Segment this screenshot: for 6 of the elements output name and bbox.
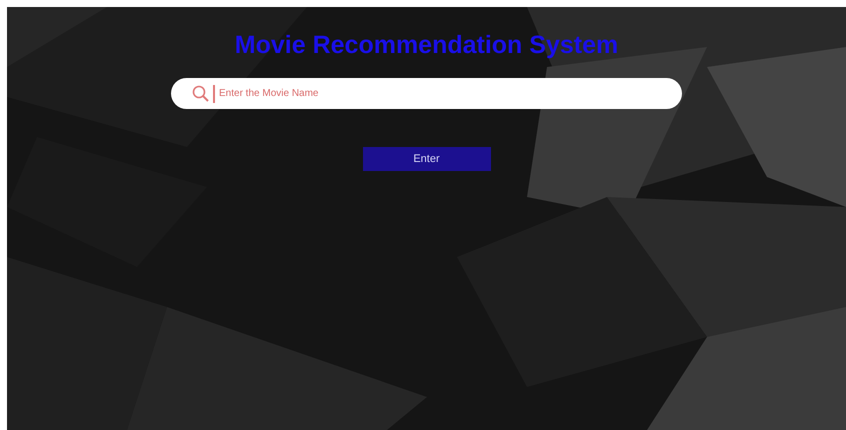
search-bar[interactable]: Enter the Movie Name [171, 78, 682, 109]
page-title: Movie Recommendation System [234, 30, 618, 61]
enter-button[interactable]: Enter [362, 147, 490, 171]
search-field[interactable]: Enter the Movie Name [219, 86, 682, 101]
search-icon [192, 84, 210, 102]
text-cursor [213, 84, 215, 102]
